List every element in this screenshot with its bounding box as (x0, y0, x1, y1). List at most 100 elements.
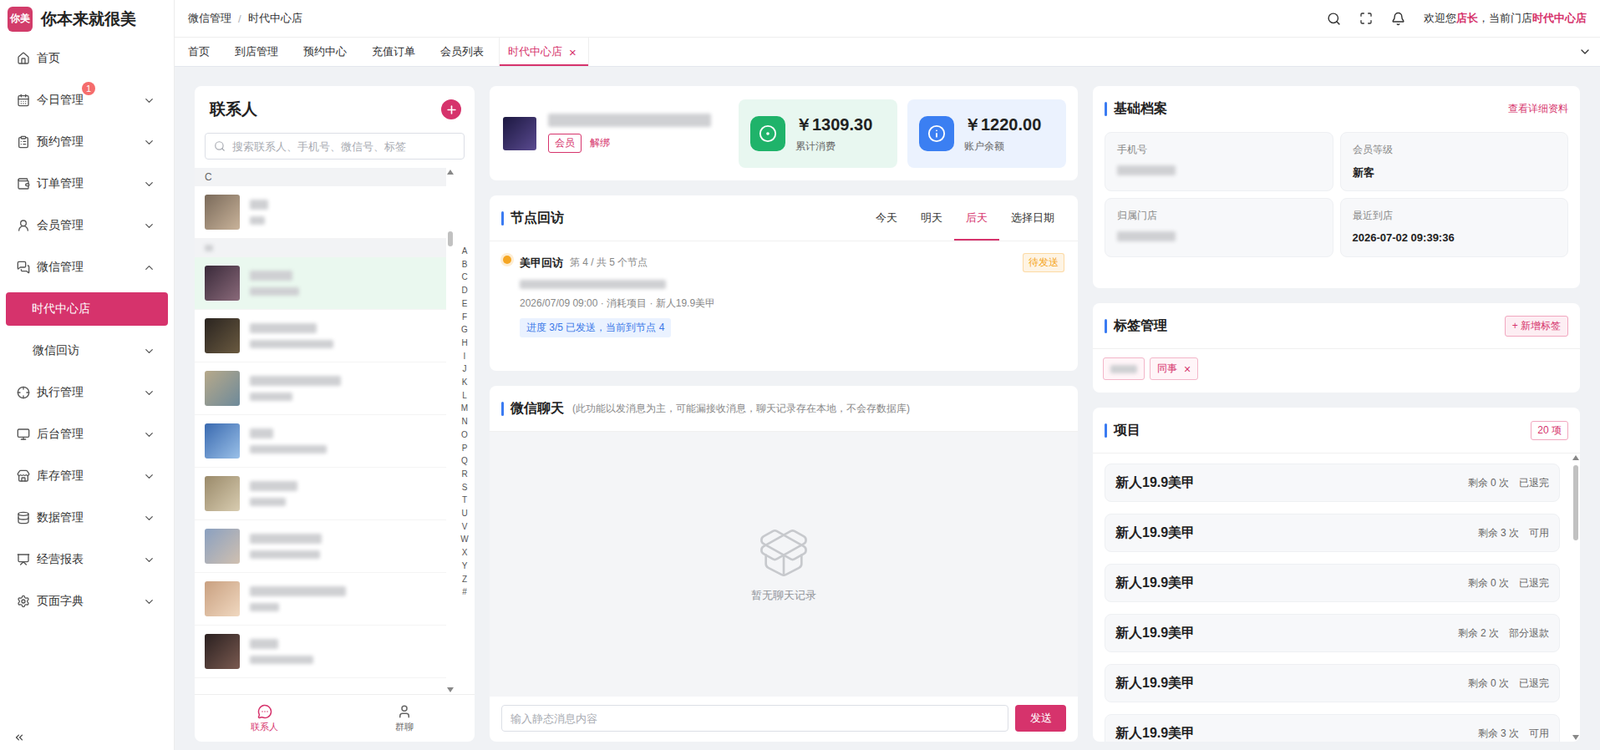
index-letter[interactable]: M (461, 401, 468, 416)
index-letter[interactable]: W (460, 533, 468, 547)
contacts-bottom-tabs: 联系人群聊 (194, 695, 475, 742)
index-letter[interactable]: F (462, 310, 468, 325)
index-letter[interactable]: D (461, 284, 468, 298)
contact-search-input[interactable] (230, 139, 456, 154)
index-letter[interactable]: G (461, 323, 468, 337)
index-letter[interactable]: N (461, 415, 468, 429)
index-letter[interactable]: Z (462, 573, 468, 587)
scroll-thumb[interactable] (1573, 465, 1579, 541)
contact-row[interactable] (194, 309, 447, 363)
index-letter[interactable]: U (461, 507, 468, 521)
tabs-menu[interactable] (1578, 37, 1592, 67)
index-letter[interactable]: R (461, 467, 468, 482)
day-tab[interactable]: 后天 (954, 195, 1000, 241)
index-letter[interactable]: A (462, 244, 468, 259)
project-row[interactable]: 新人19.9美甲剩余 0 次已退完 (1104, 463, 1560, 503)
add-tag-button[interactable]: + 新增标签 (1504, 315, 1569, 337)
index-letter[interactable]: X (462, 546, 468, 560)
masked-message (519, 279, 666, 290)
tab[interactable]: 首页 (177, 37, 225, 67)
tab[interactable]: 预约中心 (293, 37, 362, 67)
contact-row[interactable] (194, 467, 447, 521)
sidebar-item[interactable]: 订单管理 (0, 162, 174, 205)
fullscreen-button[interactable] (1359, 11, 1373, 26)
contact-row[interactable] (194, 257, 447, 310)
index-letter[interactable]: J (462, 362, 468, 376)
add-contact-button[interactable] (441, 99, 462, 120)
message-input[interactable] (501, 705, 1009, 732)
scroll-down-icon[interactable] (446, 687, 454, 693)
project-row[interactable]: 新人19.9美甲剩余 0 次已退完 (1104, 664, 1560, 703)
index-letter[interactable]: T (462, 493, 468, 508)
scroll-thumb[interactable] (447, 231, 453, 247)
sidebar-item[interactable]: 首页 (0, 37, 174, 80)
tab-close[interactable]: × (568, 45, 577, 59)
contact-row[interactable] (194, 625, 447, 679)
sidebar-item[interactable]: 页面字典 (0, 580, 174, 623)
scroll-up-icon[interactable] (446, 169, 454, 175)
scroll-down-icon[interactable] (1572, 735, 1580, 741)
index-letter[interactable]: C (461, 270, 468, 285)
bottom-tab[interactable]: 群聊 (335, 695, 476, 742)
project-row[interactable]: 新人19.9美甲剩余 3 次可用 (1104, 513, 1560, 553)
index-letter[interactable]: B (462, 258, 468, 272)
tag-chip[interactable] (1102, 357, 1145, 381)
project-row[interactable]: 新人19.9美甲剩余 0 次已退完 (1104, 563, 1560, 603)
index-letter[interactable]: P (462, 441, 468, 456)
sidebar-item[interactable]: 库存管理 (0, 455, 174, 498)
contact-text (249, 533, 322, 559)
alphabet-index: ABCDEFGHIJKLMNOPQRSTUVWXYZ# (454, 167, 475, 695)
scroll-up-icon[interactable] (1572, 455, 1580, 461)
day-tab[interactable]: 选择日期 (999, 195, 1067, 241)
masked-value (1117, 165, 1176, 176)
sidebar-item[interactable]: 今日管理1 (0, 79, 174, 122)
index-letter[interactable]: L (462, 389, 468, 403)
index-letter[interactable]: S (462, 481, 468, 495)
sidebar-item[interactable]: 执行管理 (0, 371, 174, 414)
contact-text (249, 481, 298, 507)
project-row[interactable]: 新人19.9美甲剩余 3 次可用 (1104, 714, 1560, 742)
search-button[interactable] (1326, 11, 1341, 26)
contact-search[interactable] (204, 132, 465, 160)
index-letter[interactable]: H (461, 336, 468, 351)
tag-remove[interactable]: × (1183, 363, 1191, 376)
collapse-button[interactable] (0, 731, 174, 750)
contact-row[interactable] (194, 186, 447, 239)
tab[interactable]: 到店管理 (224, 37, 294, 67)
index-letter[interactable]: K (462, 375, 468, 390)
contact-row[interactable] (194, 520, 447, 574)
day-tab[interactable]: 今天 (863, 195, 910, 241)
index-letter[interactable]: O (461, 428, 468, 442)
tab[interactable]: 时代中心店× (498, 37, 590, 67)
sidebar-item[interactable]: 数据管理 (0, 497, 174, 539)
breadcrumb-item[interactable]: 微信管理 (187, 10, 232, 26)
index-letter[interactable]: # (462, 585, 468, 600)
contact-row[interactable] (194, 415, 447, 468)
tab[interactable]: 会员列表 (430, 37, 499, 67)
tag-chip[interactable]: 同事× (1149, 357, 1199, 381)
tab[interactable]: 充值订单 (361, 37, 431, 67)
scrollbar[interactable] (446, 167, 455, 695)
unbind-link[interactable]: 解绑 (589, 136, 610, 151)
contact-row[interactable] (194, 573, 447, 626)
bottom-tab[interactable]: 联系人 (194, 695, 336, 742)
project-row[interactable]: 新人19.9美甲剩余 2 次部分退款 (1104, 614, 1560, 653)
day-tab[interactable]: 明天 (909, 195, 955, 241)
sidebar-item[interactable]: 会员管理 (0, 204, 174, 247)
contact-row[interactable] (194, 362, 447, 416)
index-letter[interactable]: Y (462, 559, 468, 574)
index-letter[interactable]: E (462, 297, 468, 311)
scrollbar[interactable] (1571, 453, 1580, 742)
index-letter[interactable]: I (463, 350, 467, 364)
sidebar-subitem[interactable]: 时代中心店 (5, 292, 168, 326)
index-letter[interactable]: V (462, 520, 468, 534)
sidebar-subitem[interactable]: 微信回访 (0, 330, 174, 372)
detail-link[interactable]: 查看详细资料 (1508, 101, 1569, 117)
sidebar-item[interactable]: 预约管理 (0, 121, 174, 163)
index-letter[interactable]: Q (461, 454, 468, 468)
sidebar-item[interactable]: 后台管理 (0, 413, 174, 456)
notification-button[interactable] (1391, 11, 1406, 26)
sidebar-item[interactable]: 经营报表 (0, 538, 174, 581)
send-button[interactable]: 发送 (1015, 705, 1067, 732)
sidebar-item[interactable]: 微信管理 (0, 246, 174, 289)
